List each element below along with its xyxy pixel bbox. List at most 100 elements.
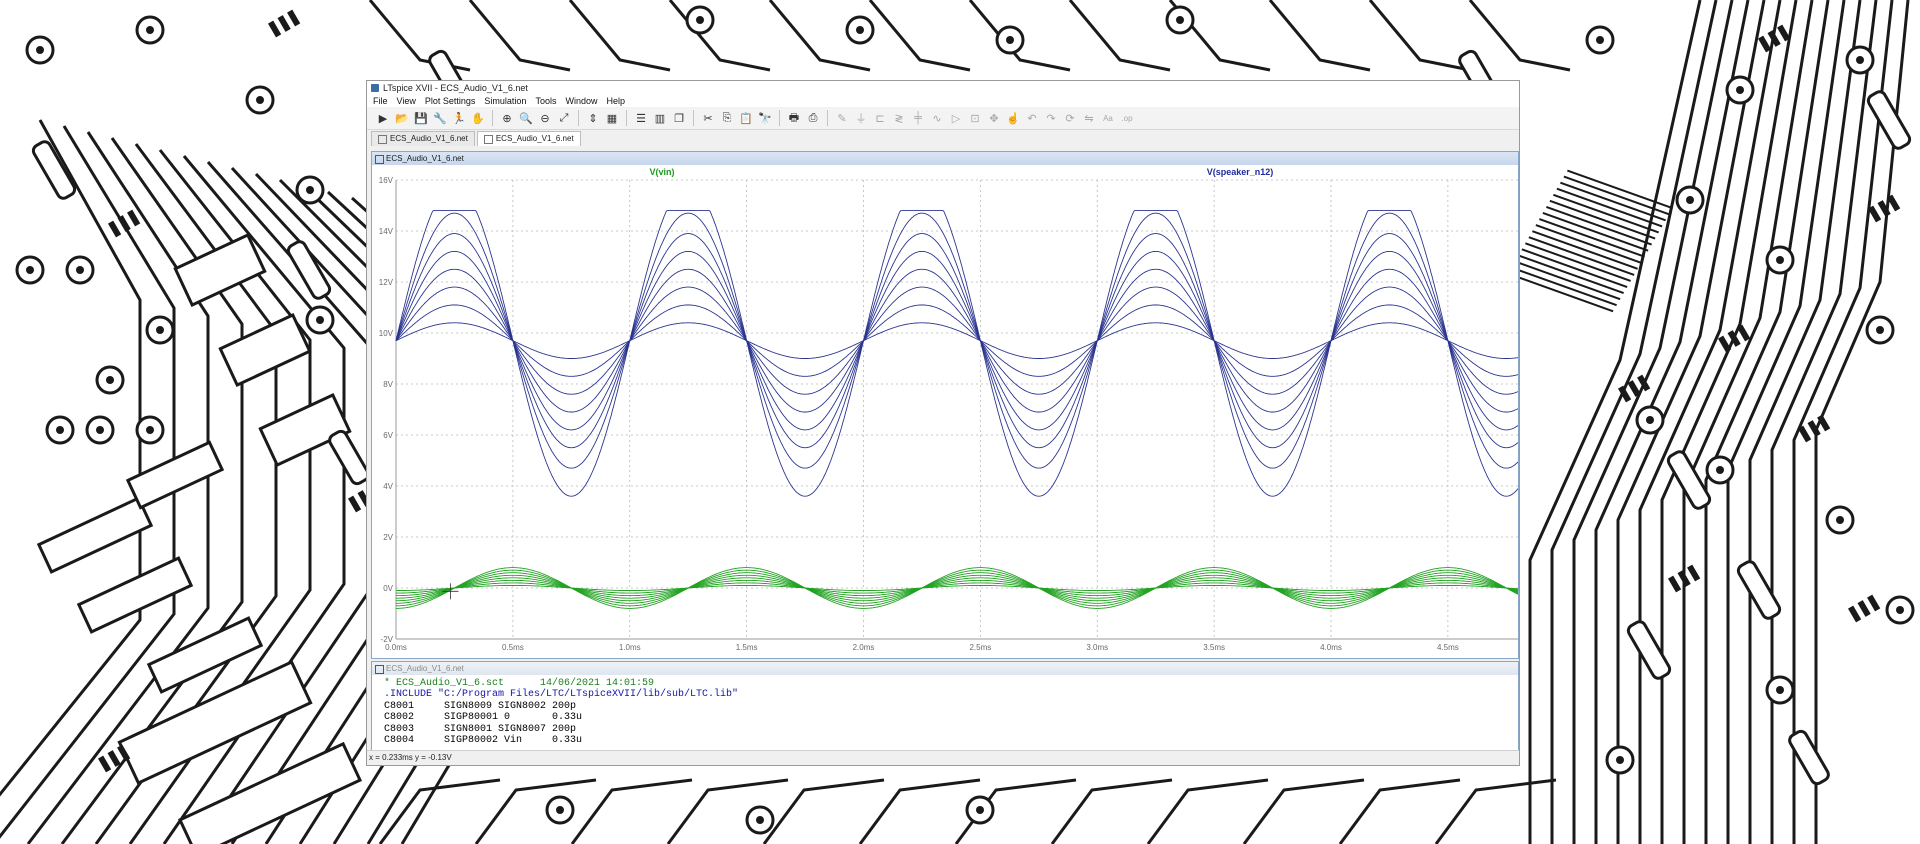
spice-directive-icon[interactable]: .op <box>1119 110 1135 126</box>
menu-view[interactable]: View <box>397 95 416 107</box>
y-tick-label: 4V <box>383 482 393 491</box>
pcb-trace <box>1068 0 1171 72</box>
y-tick-label: 12V <box>379 278 394 287</box>
zoom-area-icon[interactable]: 🔍 <box>518 110 534 126</box>
zoom-out-icon[interactable]: ⊖ <box>537 110 553 126</box>
pcb-pad-hole <box>1836 516 1844 524</box>
pcb-bar-pad <box>1737 324 1751 342</box>
pcb-bar-pad <box>277 15 291 32</box>
tile-horizontal-icon[interactable]: ☰ <box>633 110 649 126</box>
pcb-trace <box>1268 0 1371 72</box>
speaker-trace-step-7 <box>395 212 1518 469</box>
capacitor-icon[interactable]: ╪ <box>910 110 926 126</box>
cascade-icon[interactable]: ❐ <box>671 110 687 126</box>
rotate-icon[interactable]: ⟳ <box>1062 110 1078 126</box>
tile-vertical-icon[interactable]: ▥ <box>652 110 668 126</box>
pcb-pad-hole <box>756 816 764 824</box>
pcb-bar-pad <box>107 750 121 767</box>
pcb-bar-pad <box>1677 570 1691 587</box>
pcb-trace <box>1368 0 1471 72</box>
pcb-trace <box>0 119 142 797</box>
menu-window[interactable]: Window <box>565 95 597 107</box>
netlist-window-titlebar[interactable]: ECS_Audio_V1_6.net <box>372 662 1518 675</box>
pcb-chip <box>36 496 154 574</box>
pcb-trace <box>1468 0 1571 72</box>
netlist-window-title: ECS_Audio_V1_6.net <box>386 664 464 673</box>
pcb-bar-pad <box>1687 564 1701 582</box>
waveform-viewer: ECS_Audio_V1_6.net 0.0ms 0.5ms 1.0ms 1.5ms 2… <box>371 151 1519 659</box>
pcb-chip <box>177 741 363 844</box>
y-tick-label: 0V <box>383 584 393 593</box>
pcb-bar-pad <box>1767 30 1781 47</box>
ground-icon[interactable]: ⏚ <box>853 110 869 126</box>
pcb-pad-hole <box>976 806 984 814</box>
move-icon[interactable]: ✥ <box>986 110 1002 126</box>
print-preview-icon[interactable]: ⎙ <box>805 110 821 126</box>
pcb-pad-hole <box>1176 16 1184 24</box>
hand-icon[interactable]: ✋ <box>470 110 486 126</box>
pcb-bar-pad <box>1848 605 1862 623</box>
menu-simulation[interactable]: Simulation <box>484 95 526 107</box>
pcb-bar-pad <box>1777 24 1791 42</box>
pcb-trace <box>1726 0 1846 844</box>
tab-netlist-1[interactable]: ECS_Audio_V1_6.net <box>371 131 475 146</box>
zoom-in-icon[interactable]: ⊕ <box>499 110 515 126</box>
x-tick-label: 1.5ms <box>736 643 758 652</box>
y-tick-label: 14V <box>379 227 394 236</box>
ltspice-window: LTspice XVII - ECS_Audio_V1_6.net File V… <box>366 80 1520 766</box>
pcb-bar-pad <box>1867 594 1881 612</box>
run-man-icon[interactable]: 🏃 <box>451 110 467 126</box>
grid-icon[interactable]: ▦ <box>604 110 620 126</box>
pcb-pad-hole <box>1776 256 1784 264</box>
autorange-icon[interactable]: ⇕ <box>585 110 601 126</box>
wire-icon[interactable]: ✎ <box>834 110 850 126</box>
zoom-fit-icon[interactable]: ⤢ <box>556 110 572 126</box>
redo-icon[interactable]: ↷ <box>1043 110 1059 126</box>
pcb-bar-pad <box>117 215 131 232</box>
open-icon[interactable]: 📂 <box>394 110 410 126</box>
resistor-icon[interactable]: ≷ <box>891 110 907 126</box>
waveform-window-title: ECS_Audio_V1_6.net <box>386 154 464 163</box>
cut-icon[interactable]: ✂ <box>700 110 716 126</box>
status-bar: x = 0.233ms y = -0.13V <box>367 750 1519 765</box>
netlist-line: * ECS_Audio_V1_6.sct 14/06/2021 14:01:59 <box>384 678 655 689</box>
run-icon[interactable]: ▶ <box>375 110 391 126</box>
undo-icon[interactable]: ↶ <box>1024 110 1040 126</box>
diode-icon[interactable]: ▷ <box>948 110 964 126</box>
save-icon[interactable]: 💾 <box>413 110 429 126</box>
toolbar-separator <box>626 110 627 126</box>
pcb-pad-hole <box>156 326 164 334</box>
tab-netlist-2[interactable]: ECS_Audio_V1_6.net <box>476 131 581 146</box>
y-tick-label: 16V <box>379 176 394 185</box>
label-icon[interactable]: ⊏ <box>872 110 888 126</box>
speaker-trace-step-3 <box>395 286 1518 395</box>
menu-tools[interactable]: Tools <box>535 95 556 107</box>
menu-file[interactable]: File <box>373 95 388 107</box>
find-icon[interactable]: 🔭 <box>757 110 773 126</box>
inductor-icon[interactable]: ∿ <box>929 110 945 126</box>
legend-speaker-n12[interactable]: V(speaker_n12) <box>1207 167 1274 177</box>
legend-vin[interactable]: V(vin) <box>649 167 674 177</box>
pcb-pad-hole <box>1646 416 1654 424</box>
menu-help[interactable]: Help <box>606 95 625 107</box>
pcb-bar-pad <box>1718 335 1732 353</box>
mirror-icon[interactable]: ⇋ <box>1081 110 1097 126</box>
waveform-plot[interactable]: 0.0ms 0.5ms 1.0ms 1.5ms 2.0ms 2.5ms 3.0ms 3.5ms… <box>372 165 1518 659</box>
pcb-pad-hole <box>146 426 154 434</box>
text-icon[interactable]: Aa <box>1100 110 1116 126</box>
title-bar: LTspice XVII - ECS_Audio_V1_6.net <box>367 81 1519 95</box>
pcb-bar-pad <box>1798 425 1812 443</box>
component-icon[interactable]: ⊡ <box>967 110 983 126</box>
print-icon[interactable]: 🖶 <box>786 110 802 126</box>
drag-icon[interactable]: ☝ <box>1005 110 1021 126</box>
waveform-window-titlebar[interactable]: ECS_Audio_V1_6.net <box>372 152 1518 165</box>
pcb-pad-hole <box>256 96 264 104</box>
control-panel-icon[interactable]: 🔧 <box>432 110 448 126</box>
paste-icon[interactable]: 📋 <box>738 110 754 126</box>
toolbar-separator <box>827 110 828 126</box>
menu-plot-settings[interactable]: Plot Settings <box>425 95 476 107</box>
copy-icon[interactable]: ⎘ <box>719 110 735 126</box>
netlist-text[interactable]: * ECS_Audio_V1_6.sct 14/06/2021 14:01:59… <box>372 675 1518 746</box>
pcb-pad-hole <box>26 266 34 274</box>
pcb-trace <box>1528 0 1702 844</box>
